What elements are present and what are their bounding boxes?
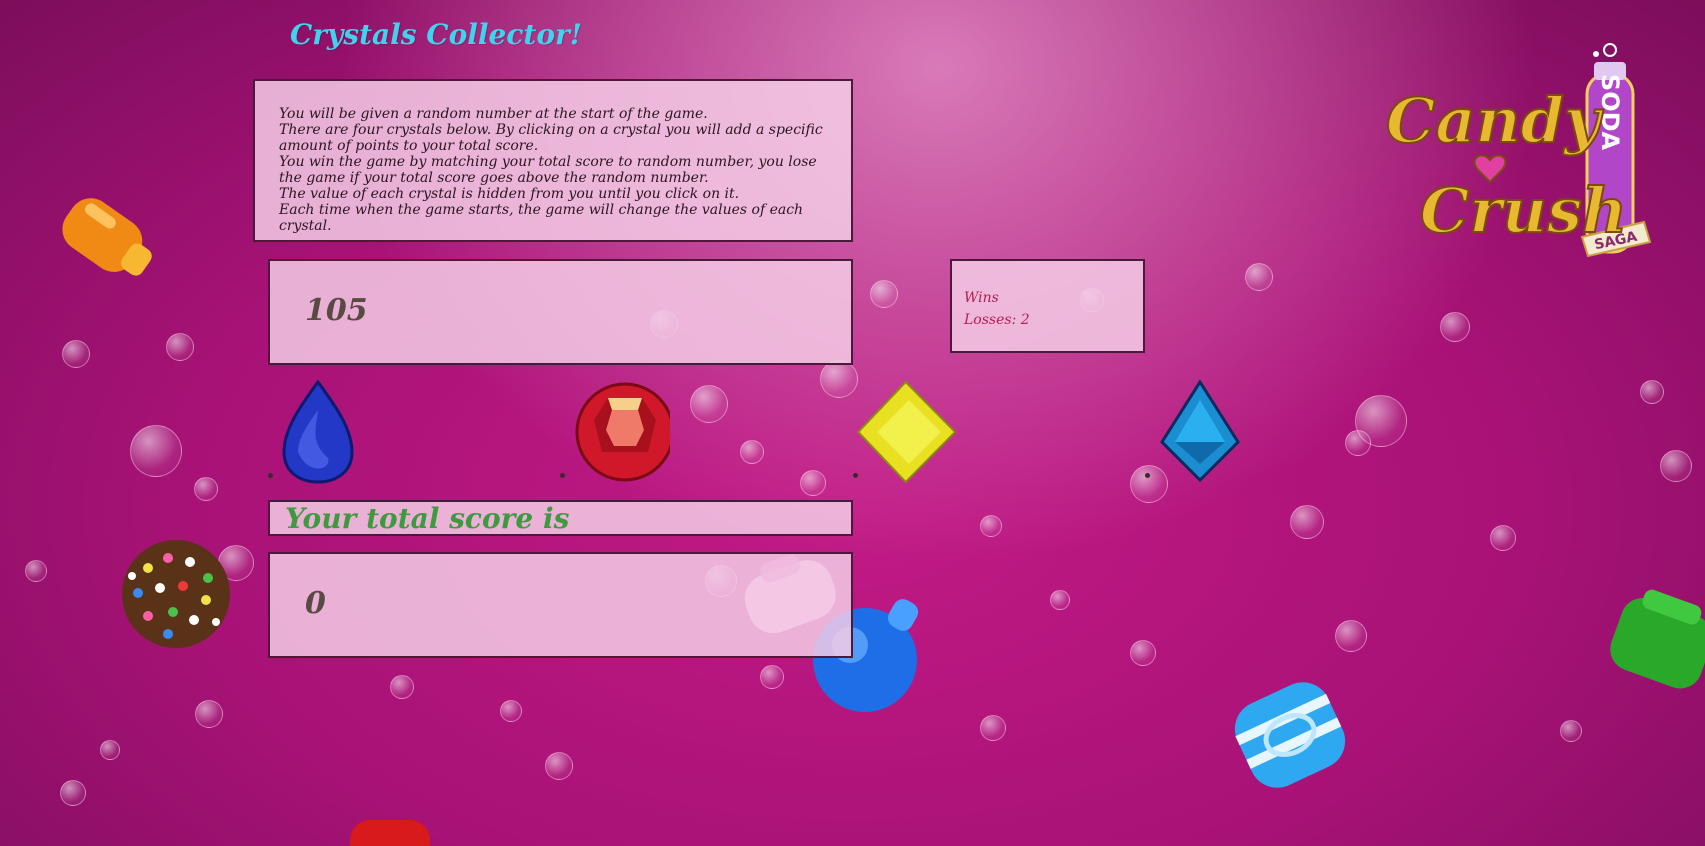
game-title: Crystals Collector! — [290, 18, 583, 51]
instructions-panel: You will be given a random number at the… — [253, 79, 853, 242]
wins-losses-panel: Wins Losses: 2 — [950, 259, 1145, 353]
logo-bottle-text: SODA — [1596, 74, 1624, 151]
total-score-label: Your total score is — [285, 502, 570, 535]
blue-kite-crystal-icon — [1160, 380, 1240, 483]
random-number-value: 105 — [305, 293, 368, 328]
losses-label: Losses: 2 — [964, 312, 1030, 328]
candy-crush-soda-logo: SODA SAGA Candy Crush — [1382, 42, 1652, 278]
green-candy-image — [1610, 589, 1705, 689]
instruction-line: Each time when the game starts, the game… — [279, 202, 804, 234]
total-score-label-panel: Your total score is — [268, 500, 853, 536]
instruction-line: You will be given a random number at the… — [279, 106, 708, 122]
total-score-value: 0 — [305, 586, 326, 621]
striped-candy-image — [1234, 682, 1346, 788]
wins-label: Wins — [964, 290, 999, 306]
blue-drop-crystal-icon — [282, 380, 354, 484]
random-number-panel: 105 — [268, 259, 853, 365]
sprinkle-ball-candy-image — [122, 540, 230, 648]
yellow-diamond-crystal-icon — [856, 380, 957, 484]
yellow-diamond-crystal-button[interactable] — [853, 380, 963, 486]
instruction-line: The value of each crystal is hidden from… — [279, 186, 740, 202]
red-round-crystal-icon — [575, 382, 670, 482]
logo-candy-text: Candy — [1386, 84, 1604, 157]
blue-drop-crystal-button[interactable] — [268, 380, 378, 486]
blue-kite-crystal-button[interactable] — [1145, 380, 1255, 486]
total-score-panel: 0 — [268, 552, 853, 658]
logo-crush-text: Crush — [1420, 174, 1627, 247]
orange-candy-image — [62, 198, 152, 276]
instruction-line: You win the game by matching your total … — [279, 154, 817, 186]
red-candy-image — [350, 820, 430, 846]
red-round-crystal-button[interactable] — [560, 380, 670, 486]
instruction-line: There are four crystals below. By clicki… — [279, 122, 823, 154]
